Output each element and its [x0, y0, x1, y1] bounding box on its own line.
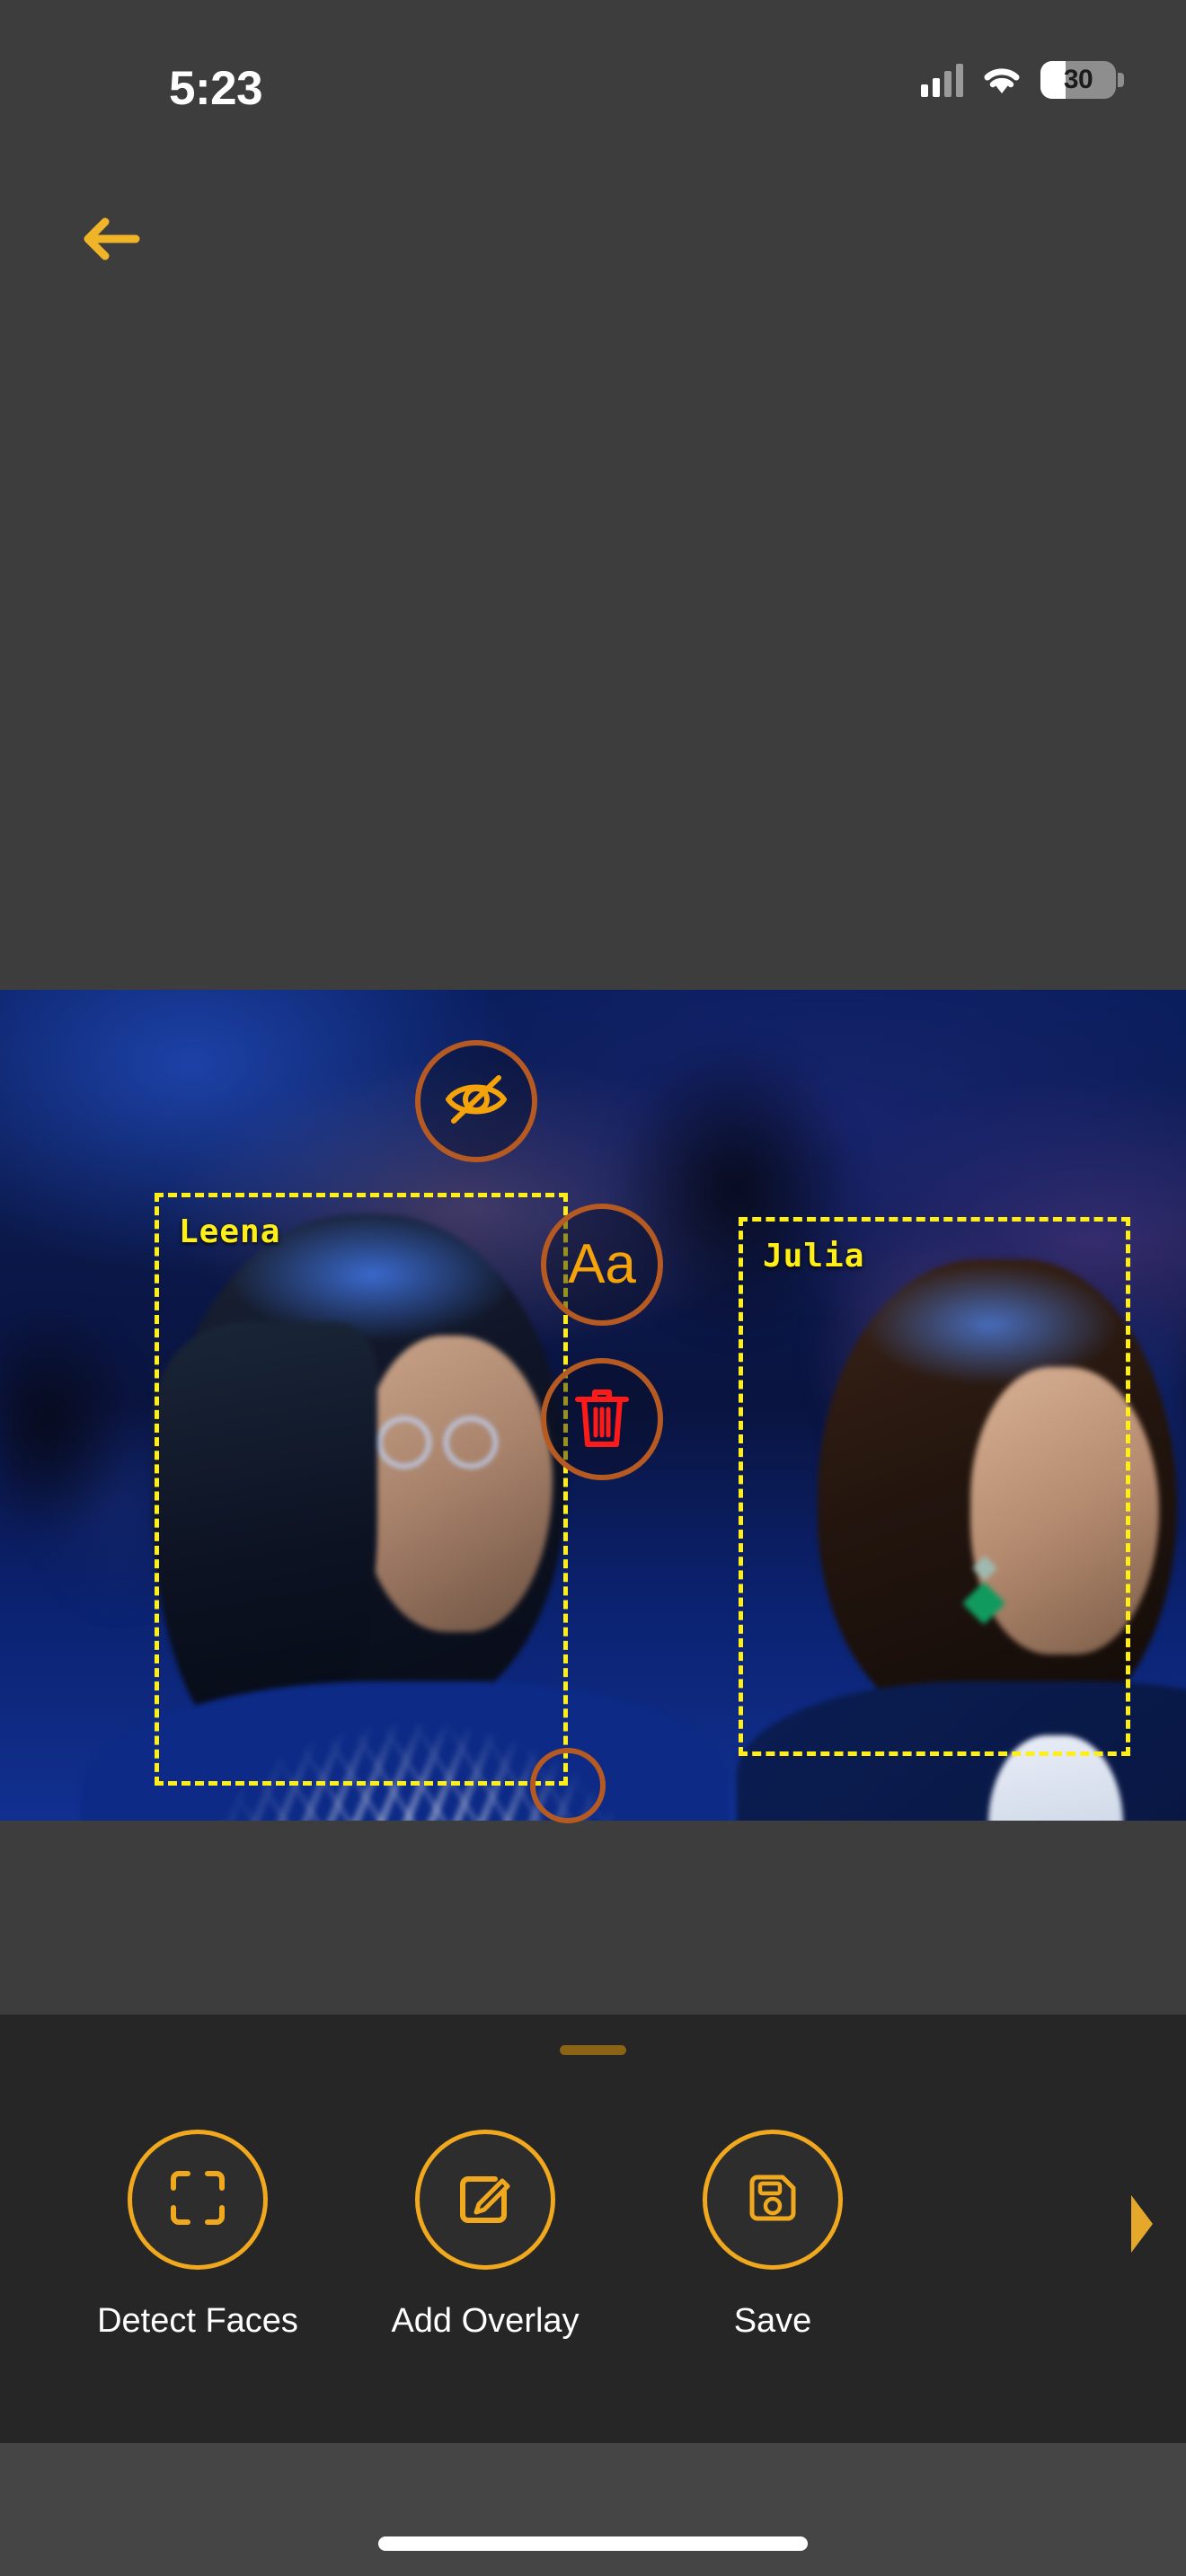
status-bar: 5:23 30: [0, 0, 1186, 144]
delete-face-button[interactable]: [541, 1358, 663, 1480]
back-button[interactable]: [70, 200, 151, 281]
floppy-disk-icon: [745, 2170, 801, 2230]
detect-faces-button[interactable]: [128, 2130, 268, 2270]
signal-bars-icon: [921, 63, 963, 97]
home-indicator[interactable]: [378, 2536, 808, 2551]
face-box-julia[interactable]: Julia: [739, 1217, 1130, 1756]
face-box-leena[interactable]: Leena: [155, 1193, 568, 1786]
status-indicators: 30: [921, 61, 1124, 99]
trash-icon: [572, 1385, 632, 1454]
pencil-square-icon: [456, 2168, 515, 2232]
sheet-drag-handle[interactable]: [560, 2045, 626, 2055]
add-text-button[interactable]: Aa: [541, 1204, 663, 1326]
tool-save[interactable]: Save: [629, 2130, 916, 2341]
tool-label: Add Overlay: [391, 2302, 580, 2340]
wifi-icon: [980, 63, 1023, 97]
battery-percent: 30: [1063, 65, 1093, 94]
bottom-safe-area: [0, 2443, 1186, 2576]
tool-detect-faces[interactable]: Detect Faces: [54, 2130, 341, 2341]
hide-face-button[interactable]: [415, 1040, 537, 1162]
viewfinder-scan-icon: [168, 2168, 227, 2232]
tool-label: Save: [733, 2302, 812, 2340]
nav-bar: [0, 184, 1186, 301]
tool-label: Detect Faces: [97, 2302, 298, 2340]
arrow-left-icon: [80, 213, 141, 269]
battery-icon: 30: [1040, 61, 1124, 99]
bottom-toolbar: Detect Faces Add Overlay Save: [0, 2015, 1186, 2443]
face-label: Leena: [179, 1213, 281, 1250]
face-box-resize-handle[interactable]: [530, 1748, 606, 1823]
add-overlay-button[interactable]: [415, 2130, 555, 2270]
scroll-right-hint[interactable]: [1118, 2191, 1166, 2261]
tool-list: Detect Faces Add Overlay Save: [0, 2130, 1186, 2341]
app-screen: 5:23 30 Leena Julia Aa Detect Faces Add …: [0, 0, 1186, 2576]
save-button[interactable]: [703, 2130, 843, 2270]
chevron-right-icon: [1124, 2190, 1160, 2263]
face-label: Julia: [763, 1238, 865, 1275]
text-format-icon: Aa: [568, 1233, 636, 1295]
eye-slash-icon: [441, 1072, 511, 1132]
status-time: 5:23: [169, 62, 263, 115]
tool-add-overlay[interactable]: Add Overlay: [341, 2130, 629, 2341]
